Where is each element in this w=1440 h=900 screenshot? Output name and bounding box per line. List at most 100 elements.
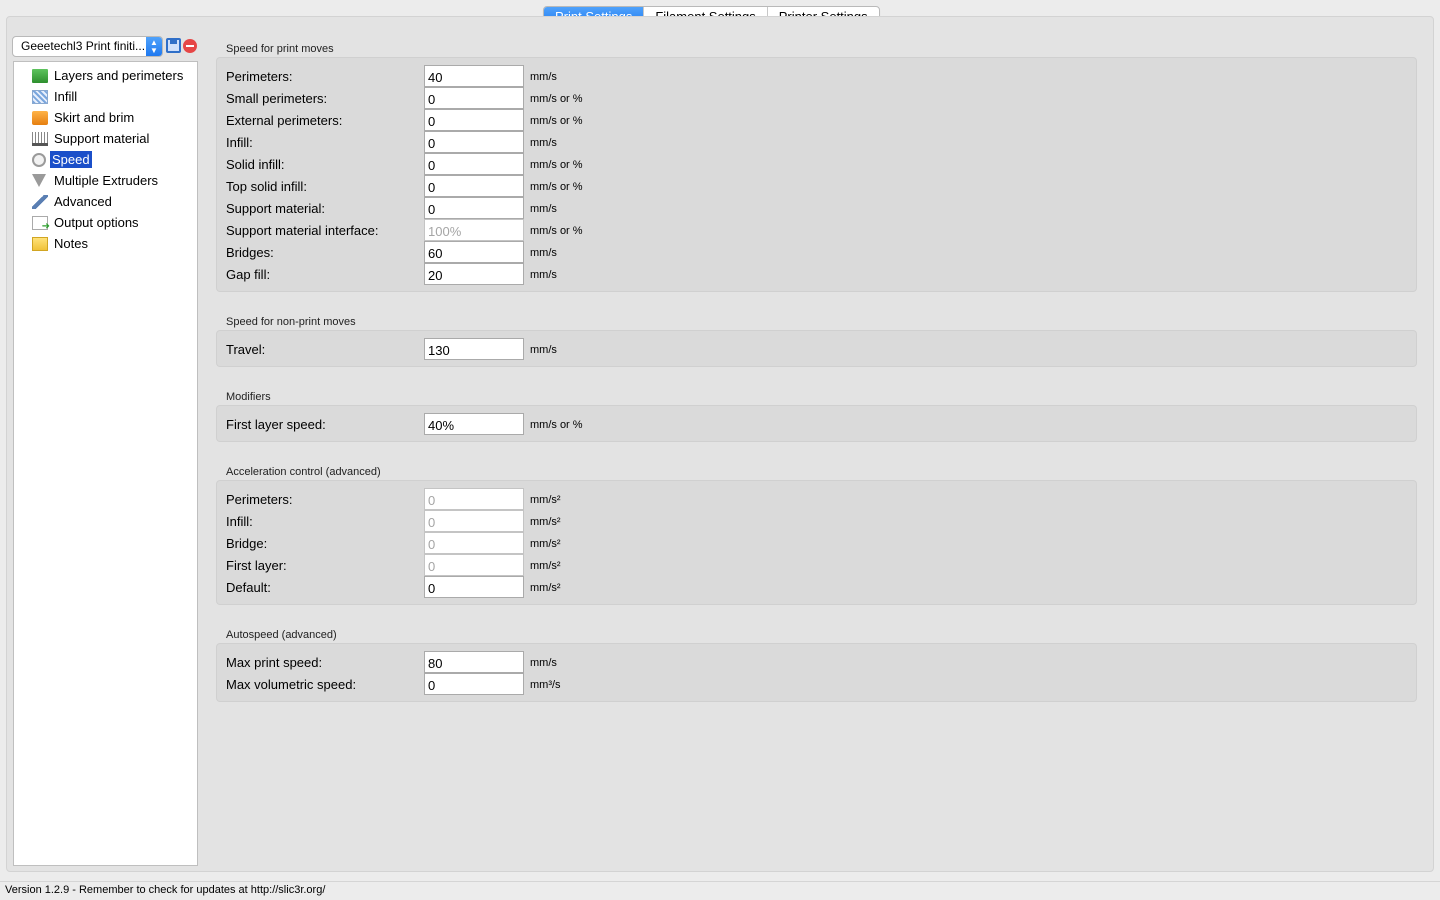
sidebar-item-speed[interactable]: Speed (32, 150, 92, 169)
save-icon[interactable] (166, 38, 181, 53)
field-label: Travel: (226, 342, 266, 357)
sidebar-item-label: Advanced (54, 194, 112, 209)
field-label: Small perimeters: (226, 91, 328, 106)
field-unit: mm/s (530, 137, 557, 149)
field-unit: mm/s or % (530, 159, 583, 171)
chevron-up-down-icon: ▲ ▼ (146, 37, 162, 56)
sidebar-item-layers-and-perimeters[interactable]: Layers and perimeters (32, 66, 185, 85)
field-label: Bridges: (226, 245, 274, 260)
preset-select[interactable]: Geeetechl3 Print finiti... ▲ ▼ (12, 36, 163, 57)
field-label: Support material interface: (226, 223, 379, 238)
bridge-acceleration-input[interactable] (424, 532, 524, 554)
field-unit: mm/s (530, 71, 557, 83)
support-material-icon (32, 131, 48, 146)
field-unit: mm/s (530, 657, 557, 669)
default-acceleration-input[interactable] (424, 576, 524, 598)
sidebar-item-label: Speed (50, 151, 92, 168)
field-label: Infill: (226, 135, 253, 150)
gap-fill-speed-input[interactable] (424, 263, 524, 285)
field-label: External perimeters: (226, 113, 343, 128)
field-label: Infill: (226, 514, 253, 529)
field-label: First layer speed: (226, 417, 326, 432)
sidebar-item-advanced[interactable]: Advanced (32, 192, 114, 211)
field-label: Perimeters: (226, 69, 293, 84)
status-text: Version 1.2.9 - Remember to check for up… (5, 884, 326, 896)
perimeters-speed-input[interactable] (424, 65, 524, 87)
group-box-non-print-moves (216, 330, 1417, 367)
field-unit: mm/s (530, 247, 557, 259)
external-perimeters-speed-input[interactable] (424, 109, 524, 131)
field-unit: mm/s or % (530, 225, 583, 237)
field-unit: mm/s² (530, 494, 561, 506)
field-unit: mm/s² (530, 516, 561, 528)
field-unit: mm/s (530, 203, 557, 215)
field-unit: mm/s² (530, 582, 561, 594)
group-box-autospeed (216, 643, 1417, 702)
first-layer-speed-input[interactable] (424, 413, 524, 435)
wrench-icon (32, 194, 48, 209)
field-label: Bridge: (226, 536, 268, 551)
field-label: Top solid infill: (226, 179, 307, 194)
field-unit: mm/s (530, 344, 557, 356)
sidebar-item-skirt-and-brim[interactable]: Skirt and brim (32, 108, 136, 127)
sidebar-item-infill[interactable]: Infill (32, 87, 79, 106)
sidebar-item-notes[interactable]: Notes (32, 234, 90, 253)
field-unit: mm/s or % (530, 115, 583, 127)
field-label: Max print speed: (226, 655, 323, 670)
sidebar-item-support-material[interactable]: Support material (32, 129, 151, 148)
group-box-modifiers (216, 405, 1417, 442)
field-label: First layer: (226, 558, 287, 573)
infill-speed-input[interactable] (424, 131, 524, 153)
sidebar-item-label: Output options (54, 215, 139, 230)
sidebar-item-label: Support material (54, 131, 150, 146)
sidebar-item-label: Notes (54, 236, 88, 251)
sidebar-item-multiple-extruders[interactable]: Multiple Extruders (32, 171, 160, 190)
infill-acceleration-input[interactable] (424, 510, 524, 532)
field-unit: mm/s or % (530, 181, 583, 193)
field-label: Gap fill: (226, 267, 271, 282)
group-title-autospeed: Autospeed (advanced) (226, 629, 337, 641)
group-title-acceleration: Acceleration control (advanced) (226, 466, 381, 478)
sidebar-item-label: Multiple Extruders (54, 173, 159, 188)
sidebar-item-label: Infill (54, 89, 78, 104)
status-bar: Version 1.2.9 - Remember to check for up… (0, 881, 1440, 900)
group-box-print-moves (216, 57, 1417, 292)
settings-sidebar: Layers and perimeters Infill Skirt and b… (13, 61, 198, 866)
field-unit: mm/s² (530, 538, 561, 550)
field-label: Perimeters: (226, 492, 293, 507)
infill-icon (32, 89, 48, 104)
solid-infill-speed-input[interactable] (424, 153, 524, 175)
field-unit: mm/s or % (530, 419, 583, 431)
output-options-icon (32, 215, 50, 232)
field-label: Support material: (226, 201, 325, 216)
field-label: Max volumetric speed: (226, 677, 357, 692)
max-print-speed-input[interactable] (424, 651, 524, 673)
preset-select-value: Geeetechl3 Print finiti... (21, 39, 146, 53)
speed-icon (32, 152, 46, 167)
sidebar-item-output-options[interactable]: Output options (32, 213, 141, 232)
perimeters-acceleration-input[interactable] (424, 488, 524, 510)
skirt-brim-icon (32, 110, 48, 125)
first-layer-acceleration-input[interactable] (424, 554, 524, 576)
support-material-speed-input[interactable] (424, 197, 524, 219)
small-perimeters-speed-input[interactable] (424, 87, 524, 109)
field-unit: mm³/s (530, 679, 561, 691)
group-title-print-moves: Speed for print moves (226, 43, 334, 55)
funnel-icon (32, 174, 46, 187)
sidebar-item-label: Layers and perimeters (54, 68, 184, 83)
field-unit: mm/s or % (530, 93, 583, 105)
bridges-speed-input[interactable] (424, 241, 524, 263)
field-label: Default: (226, 580, 271, 595)
travel-speed-input[interactable] (424, 338, 524, 360)
group-title-modifiers: Modifiers (226, 391, 271, 403)
support-material-interface-speed-input[interactable] (424, 219, 524, 241)
group-title-non-print-moves: Speed for non-print moves (226, 316, 356, 328)
delete-icon[interactable] (183, 39, 197, 53)
field-unit: mm/s² (530, 560, 561, 572)
notes-icon (32, 236, 48, 251)
field-label: Solid infill: (226, 157, 285, 172)
top-solid-infill-speed-input[interactable] (424, 175, 524, 197)
max-volumetric-speed-input[interactable] (424, 673, 524, 695)
layers-icon (32, 68, 48, 83)
group-box-acceleration (216, 480, 1417, 605)
